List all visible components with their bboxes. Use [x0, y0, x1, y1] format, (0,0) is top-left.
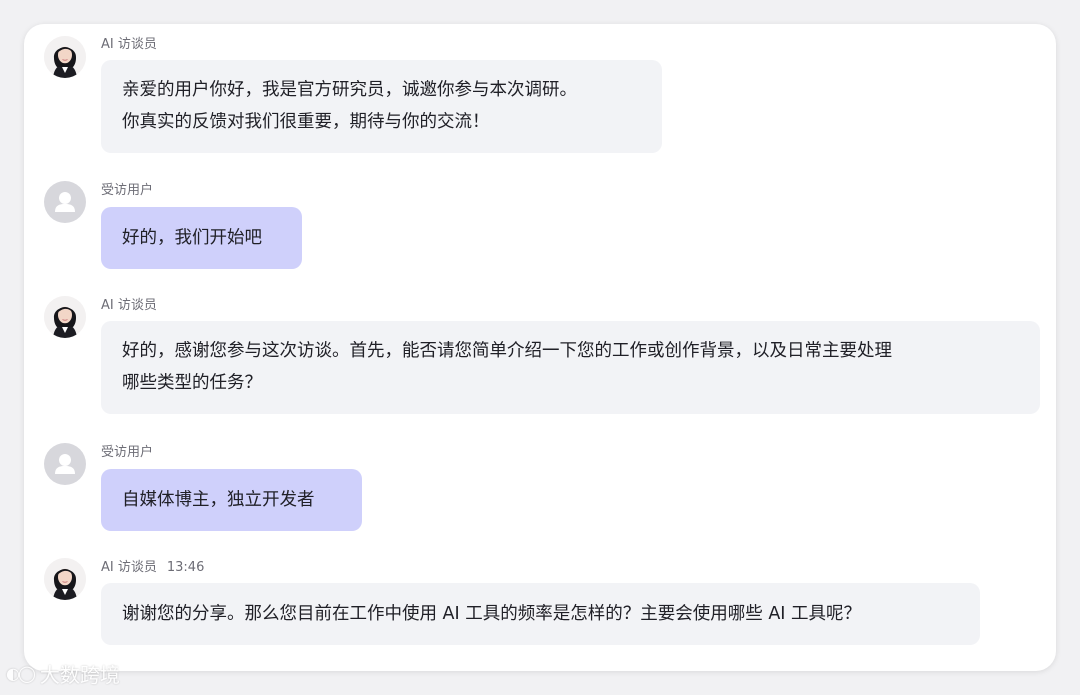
message-bubble: 好的，我们开始吧	[101, 207, 302, 269]
watermark: ◐◯ 大数跨境	[6, 659, 120, 688]
watermark-logo-icon: ◐◯	[6, 664, 36, 683]
watermark-text: 大数跨境	[39, 663, 120, 687]
message-line: 好的，感谢您参与这次访谈。首先，能否请您简单介绍一下您的工作或创作背景，以及日常…	[122, 341, 892, 361]
interviewer-portrait-icon	[44, 296, 86, 338]
sender-name: AI 访谈员	[101, 37, 157, 52]
user-placeholder-icon	[55, 192, 75, 212]
message-line: 哪些类型的任务？	[122, 373, 262, 393]
ai-interviewer-avatar	[44, 558, 86, 600]
message-bubble: 亲爱的用户你好，我是官方研究员，诚邀你参与本次调研。 你真实的反馈对我们很重要，…	[101, 60, 662, 153]
sender-label: 受访用户	[101, 183, 153, 199]
ai-interviewer-avatar	[44, 36, 86, 78]
message-line: 你真实的反馈对我们很重要，期待与你的交流！	[122, 112, 490, 132]
ai-interviewer-avatar	[44, 296, 86, 338]
interviewer-portrait-icon	[44, 36, 86, 78]
message-bubble: 谢谢您的分享。那么您目前在工作中使用 AI 工具的频率是怎样的？主要会使用哪些 …	[101, 583, 980, 645]
sender-name: AI 访谈员	[101, 298, 157, 313]
user-avatar	[44, 181, 86, 223]
message-line: 亲爱的用户你好，我是官方研究员，诚邀你参与本次调研。	[122, 80, 577, 100]
chat-transcript: AI 访谈员 亲爱的用户你好，我是官方研究员，诚邀你参与本次调研。 你真实的反馈…	[24, 24, 1056, 671]
sender-label: AI 访谈员 13:46	[101, 560, 204, 576]
sender-label: AI 访谈员	[101, 37, 157, 53]
sender-name: 受访用户	[101, 183, 154, 198]
message-line: 好的，我们开始吧	[122, 228, 262, 248]
sender-label: AI 访谈员	[101, 298, 157, 314]
user-placeholder-icon	[55, 454, 75, 474]
interviewer-portrait-icon	[44, 558, 86, 600]
message-bubble: 好的，感谢您参与这次访谈。首先，能否请您简单介绍一下您的工作或创作背景，以及日常…	[101, 321, 1040, 414]
sender-label: 受访用户	[101, 445, 153, 461]
sender-name: AI 访谈员	[101, 560, 157, 575]
message-line: 自媒体博主，独立开发者	[122, 490, 315, 510]
sender-name: 受访用户	[101, 445, 154, 460]
message-bubble: 自媒体博主，独立开发者	[101, 469, 362, 531]
user-avatar	[44, 443, 86, 485]
message-timestamp: 13:46	[166, 560, 205, 575]
message-line: 谢谢您的分享。那么您目前在工作中使用 AI 工具的频率是怎样的？主要会使用哪些 …	[122, 604, 862, 624]
